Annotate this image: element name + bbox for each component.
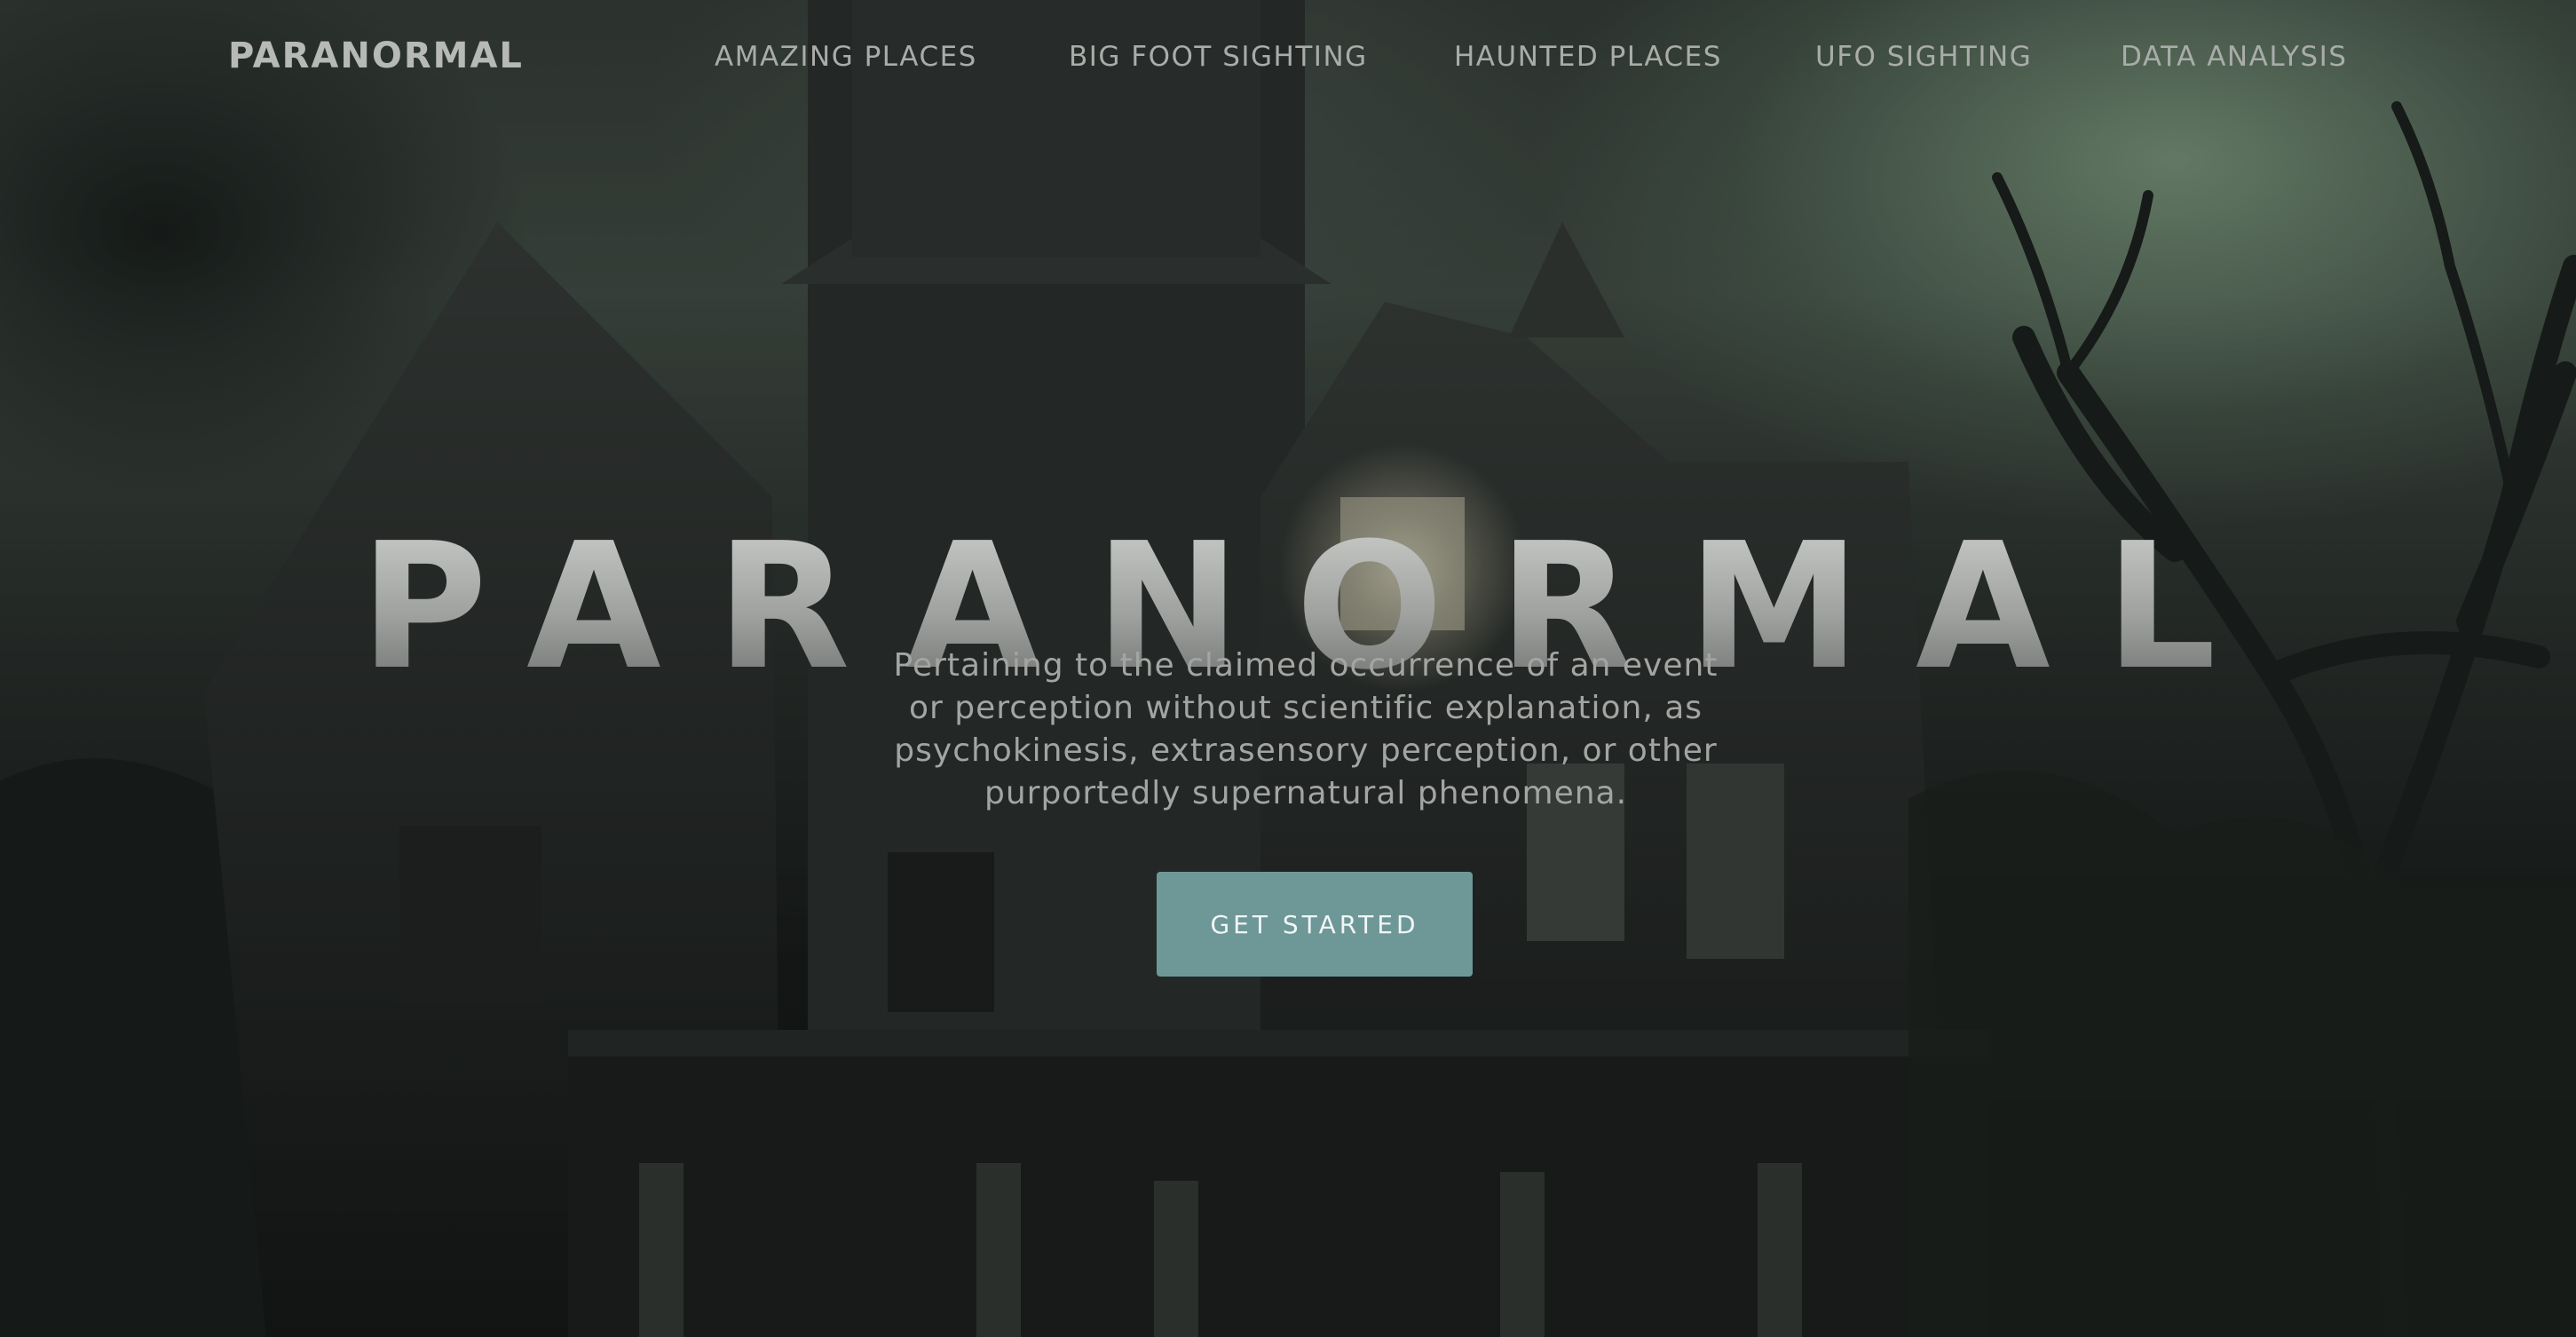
nav-link-ufo-sighting[interactable]: UFO SIGHTING (1815, 41, 2032, 73)
nav-link-haunted-places[interactable]: HAUNTED PLACES (1454, 41, 1722, 73)
nav-links: AMAZING PLACES BIG FOOT SIGHTING HAUNTED… (0, 41, 2576, 76)
get-started-button[interactable]: GET STARTED (1157, 872, 1473, 977)
hero-section: PARANORMAL AMAZING PLACES BIG FOOT SIGHT… (0, 0, 2576, 1337)
top-navigation: PARANORMAL AMAZING PLACES BIG FOOT SIGHT… (0, 0, 2576, 115)
nav-link-data-analysis[interactable]: DATA ANALYSIS (2121, 41, 2347, 73)
hero-description: Pertaining to the claimed occurrence of … (893, 647, 1719, 811)
nav-link-big-foot-sighting[interactable]: BIG FOOT SIGHTING (1069, 41, 1368, 73)
nav-link-amazing-places[interactable]: AMAZING PLACES (715, 41, 977, 73)
